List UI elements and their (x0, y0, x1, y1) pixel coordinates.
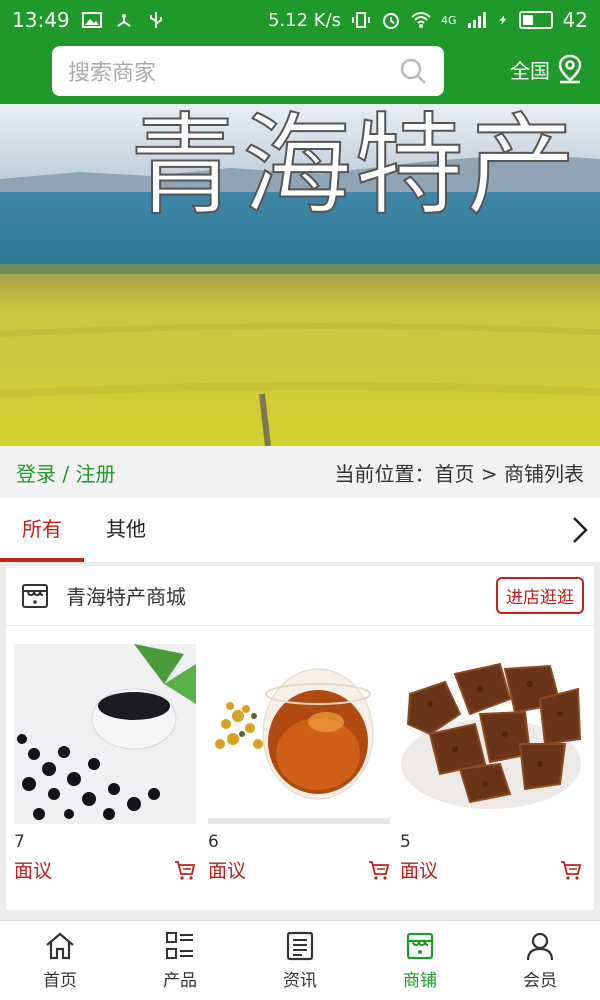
product-number: 6 (208, 832, 219, 852)
vibrate-icon (352, 12, 371, 28)
nav-home-label: 首页 (43, 971, 77, 991)
usb-icon (149, 12, 162, 28)
tabs-more-button[interactable] (560, 498, 600, 562)
network-speed: 5.12 K/s (267, 9, 342, 31)
status-time: 13:49 (12, 8, 70, 32)
nav-products[interactable]: 产品 (120, 921, 240, 1000)
banner-title: 青海特产 (129, 104, 578, 230)
shop-card-header: 青海特产商城 进店逛逛 (6, 566, 594, 626)
network-type: 4G (441, 13, 457, 27)
battery-icon (518, 11, 553, 29)
banner-image[interactable]: 青海特产 (0, 104, 600, 446)
share-icon (117, 14, 131, 27)
nav-stores-label: 商铺 (403, 971, 437, 991)
region-label: 全国 (510, 58, 550, 83)
shop-card: 青海特产商城 进店逛逛 7 面议 6 面议 5 面议 (6, 566, 594, 910)
product-image-goji[interactable] (14, 644, 196, 824)
nav-news-label: 资讯 (283, 971, 317, 991)
product-price: 面议 (208, 860, 247, 882)
gallery-icon (81, 12, 102, 28)
wifi-icon (411, 12, 431, 28)
status-bar: 13:49 5.12 K/s 4G 42 (0, 0, 600, 40)
product-number: 5 (400, 832, 411, 852)
home-icon (46, 932, 74, 960)
cart-icon[interactable] (560, 859, 582, 881)
nav-member-label: 会员 (523, 971, 557, 991)
product-item[interactable]: 7 面议 (14, 644, 196, 883)
product-number: 7 (14, 832, 25, 852)
tab-all[interactable]: 所有 (0, 498, 84, 562)
visit-shop-button[interactable]: 进店逛逛 (496, 577, 584, 614)
bottom-nav: 首页 产品 资讯 商铺 会员 (0, 920, 600, 1000)
product-list: 7 面议 6 面议 5 面议 (6, 628, 594, 910)
region-selector[interactable]: 全国 (510, 54, 584, 84)
store-icon (22, 583, 48, 608)
product-item[interactable]: 5 面议 (400, 644, 582, 883)
nav-news[interactable]: 资讯 (240, 921, 360, 1000)
location-pin-icon (558, 54, 582, 84)
user-icon (526, 932, 554, 961)
charging-icon (498, 15, 507, 25)
nav-stores[interactable]: 商铺 (360, 921, 480, 1000)
product-image-yak-meat[interactable] (400, 644, 582, 824)
product-image-tea[interactable] (208, 644, 390, 824)
grid-list-icon (166, 932, 193, 959)
breadcrumb: 当前位置：首页 > 商铺列表 (334, 461, 584, 486)
news-icon (286, 931, 314, 961)
signal-icon (467, 12, 486, 28)
login-register-link[interactable]: 登录 / 注册 (16, 458, 115, 487)
product-item[interactable]: 6 面议 (208, 644, 390, 883)
search-placeholder: 搜索商家 (68, 61, 157, 86)
nav-home[interactable]: 首页 (0, 921, 120, 1000)
search-icon[interactable] (398, 56, 428, 86)
cart-icon[interactable] (174, 859, 196, 881)
shop-name[interactable]: 青海特产商城 (66, 581, 186, 610)
product-price: 面议 (14, 860, 53, 882)
battery-level: 42 (562, 8, 588, 32)
nav-products-label: 产品 (163, 971, 197, 991)
nav-member[interactable]: 会员 (480, 921, 600, 1000)
category-tabs: 所有 其他 (0, 498, 600, 562)
crumb-bar: 登录 / 注册 当前位置：首页 > 商铺列表 (0, 446, 600, 498)
product-price: 面议 (400, 860, 439, 882)
store-icon (406, 932, 434, 960)
app-header: 搜索商家 全国 (0, 40, 600, 104)
chevron-right-icon (573, 517, 588, 543)
alarm-icon (383, 13, 400, 29)
cart-icon[interactable] (368, 859, 390, 881)
search-input[interactable]: 搜索商家 (52, 46, 444, 96)
tab-other[interactable]: 其他 (84, 498, 168, 562)
